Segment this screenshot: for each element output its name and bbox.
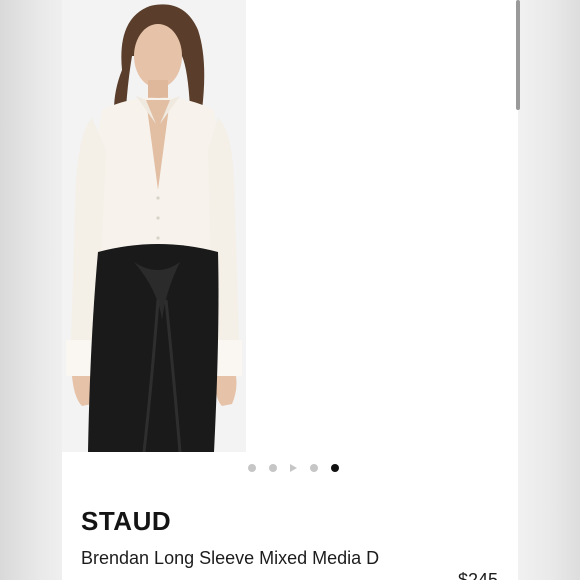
brand-name[interactable]: STAUD (81, 506, 171, 537)
right-backdrop (518, 0, 580, 580)
left-backdrop (0, 0, 62, 580)
carousel-dot[interactable] (269, 464, 277, 472)
product-title: Brendan Long Sleeve Mixed Media D (81, 548, 380, 568)
carousel-dot[interactable] (310, 464, 318, 472)
carousel-dot-active[interactable] (331, 464, 339, 472)
video-play-icon[interactable] (290, 464, 297, 472)
carousel-dot[interactable] (248, 464, 256, 472)
product-page: STAUD Brendan Long Sleeve Mixed Media D … (62, 0, 518, 580)
product-image[interactable] (62, 0, 246, 452)
scrollbar[interactable] (516, 0, 520, 110)
carousel-indicator (248, 464, 339, 472)
product-price: $245 (458, 570, 499, 580)
model-illustration (66, 4, 242, 452)
